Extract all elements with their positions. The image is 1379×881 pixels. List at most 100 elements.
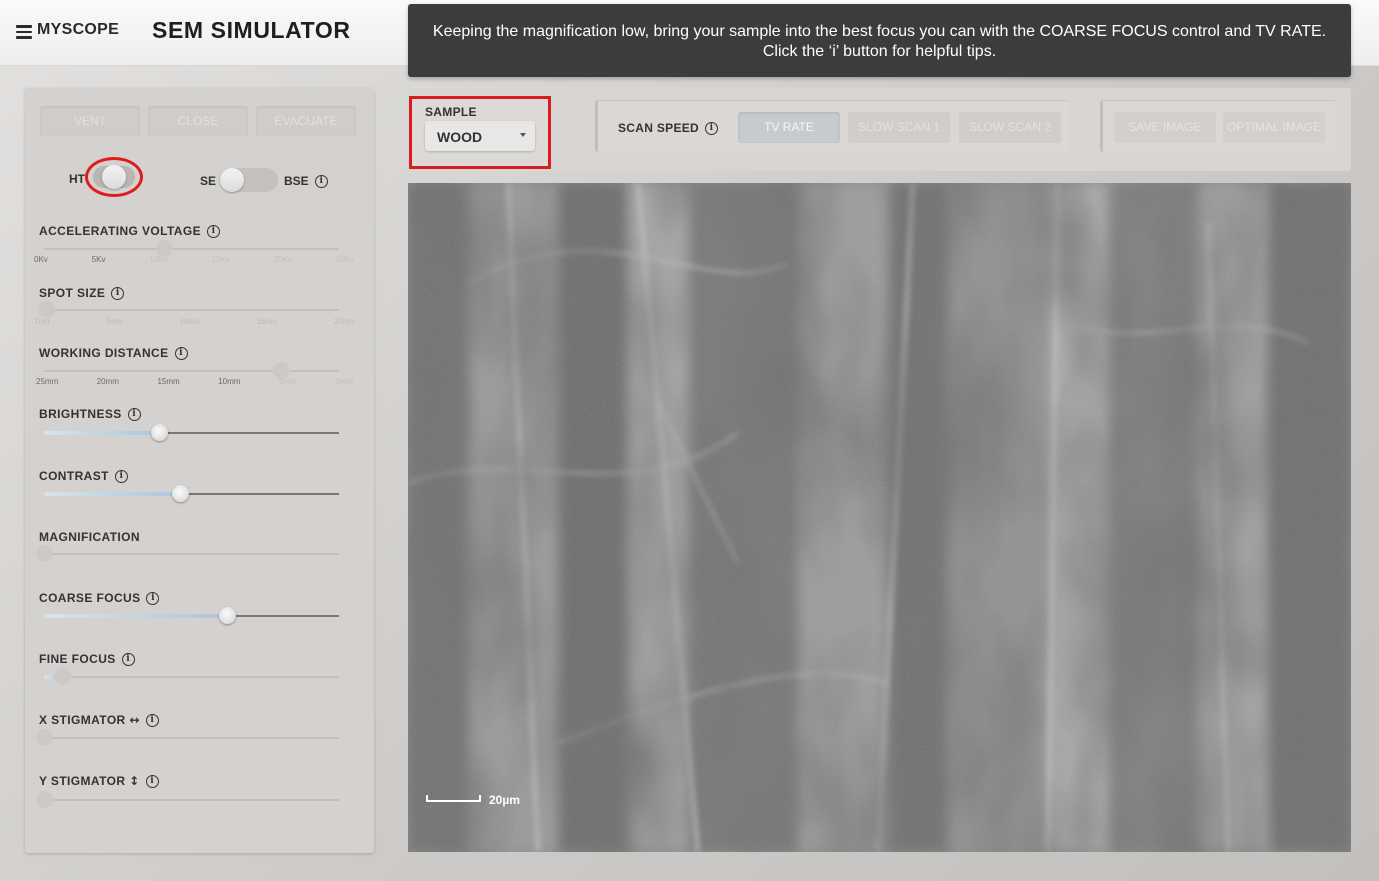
scale-bar — [426, 795, 481, 802]
working-distance-label: WORKING DISTANCE i — [39, 346, 188, 361]
sem-image-viewer[interactable]: 20µm — [408, 183, 1351, 852]
sem-wood-image — [408, 183, 1351, 852]
tick-label: 15nm — [256, 317, 277, 326]
info-icon[interactable]: i — [114, 470, 128, 484]
sample-dropdown[interactable]: WOOD — [425, 121, 535, 151]
fine-focus-slider[interactable] — [44, 668, 339, 685]
tick-label: 10Kv — [149, 255, 168, 264]
accelerating-voltage-label-text: ACCELERATING VOLTAGE — [39, 224, 201, 238]
x-stigmator-label: X STIGMATOR ↔ i — [39, 713, 159, 728]
y-stigmator-slider[interactable] — [36, 791, 339, 808]
y-stigmator-label-text: Y STIGMATOR — [39, 774, 126, 788]
slow-scan-2-button[interactable]: SLOW SCAN 2 — [959, 112, 1061, 143]
sample-selected-value: WOOD — [437, 129, 483, 145]
working-distance-label-text: WORKING DISTANCE — [39, 346, 169, 360]
magnification-label: MAGNIFICATION — [39, 530, 140, 544]
close-button[interactable]: CLOSE — [148, 106, 248, 136]
tick-label: 5nm — [106, 317, 123, 326]
tick-label: 20nm — [333, 317, 354, 326]
image-actions-panel: SAVE IMAGE OPTIMAL IMAGE — [1100, 100, 1336, 152]
info-icon[interactable]: i — [174, 347, 188, 361]
slow-scan-1-button[interactable]: SLOW SCAN 1 — [848, 112, 950, 143]
magnification-thumb[interactable] — [36, 545, 53, 562]
tick-label: 5mm — [278, 377, 297, 386]
se-label: SE — [200, 174, 217, 188]
info-icon[interactable]: i — [314, 175, 328, 189]
spot-size-slider[interactable] — [38, 301, 339, 318]
info-icon[interactable]: i — [127, 408, 141, 422]
info-icon[interactable]: i — [207, 225, 220, 239]
accelerating-voltage-slider[interactable] — [44, 240, 339, 257]
horizontal-arrow-icon: ↔ — [129, 713, 140, 727]
info-icon[interactable]: i — [145, 714, 159, 728]
control-panel: VENT CLOSE EVACUATE HT SE BSE i ACCELERAT… — [25, 88, 374, 853]
x-stigmator-label-text: X STIGMATOR — [39, 713, 126, 727]
tick-label: 0mm — [335, 377, 353, 386]
contrast-label-text: CONTRAST — [39, 469, 109, 483]
info-icon[interactable]: i — [145, 775, 159, 789]
evacuate-button[interactable]: EVACUATE — [256, 106, 356, 136]
save-image-button[interactable]: SAVE IMAGE — [1114, 112, 1216, 143]
hamburger-menu-icon[interactable] — [16, 25, 32, 39]
fine-focus-thumb[interactable] — [54, 668, 71, 685]
brightness-slider[interactable] — [44, 424, 339, 441]
tick-label: 20mm — [96, 377, 119, 386]
coarse-focus-label-text: COARSE FOCUS — [39, 591, 141, 605]
tick-label: 25mm — [36, 377, 59, 386]
tick-label: 10nm — [179, 317, 200, 326]
info-icon[interactable]: i — [705, 122, 719, 136]
x-stigmator-thumb[interactable] — [36, 729, 53, 746]
info-icon[interactable]: i — [111, 287, 125, 301]
bse-label: BSE i — [284, 174, 328, 189]
fine-focus-label: FINE FOCUS i — [39, 652, 135, 667]
fine-focus-label-text: FINE FOCUS — [39, 652, 116, 666]
info-icon[interactable]: i — [146, 592, 160, 606]
app-title: SEM SIMULATOR — [152, 17, 351, 43]
working-distance-slider[interactable] — [44, 362, 339, 379]
tick-label: 15Kv — [211, 255, 230, 264]
contrast-label: CONTRAST i — [39, 469, 128, 484]
tick-label: 0Kv — [34, 255, 48, 264]
tick-label: 30Kv — [335, 255, 354, 264]
scale-bar-label: 20µm — [489, 793, 520, 807]
spot-size-label: SPOT SIZE i — [39, 286, 125, 301]
sample-selector-highlight: SAMPLE WOOD — [409, 96, 551, 169]
accelerating-voltage-label: ACCELERATING VOLTAGE i — [39, 224, 220, 239]
brightness-label: BRIGHTNESS i — [39, 407, 141, 422]
detector-toggle[interactable] — [220, 168, 278, 192]
scan-speed-label-text: SCAN SPEED — [618, 121, 700, 135]
bse-label-text: BSE — [284, 174, 309, 188]
tick-label: 1nm — [34, 317, 50, 326]
spot-size-thumb[interactable] — [38, 301, 55, 318]
magnification-slider[interactable] — [36, 545, 339, 562]
coarse-focus-fill — [44, 614, 227, 618]
myscope-logo[interactable]: MYSCOPE — [37, 21, 119, 39]
spot-size-label-text: SPOT SIZE — [39, 286, 106, 300]
tick-label: 20Kv — [273, 255, 292, 264]
tick-label: 5Kv — [91, 255, 106, 264]
vent-button[interactable]: VENT — [40, 106, 140, 136]
tick-label: 15mm — [157, 377, 180, 386]
accelerating-voltage-ticks: 0Kv 5Kv 10Kv 15Kv 20Kv 30Kv — [34, 255, 354, 264]
tv-rate-button[interactable]: TV RATE — [738, 112, 840, 143]
info-icon[interactable]: i — [121, 653, 135, 667]
brightness-thumb[interactable] — [151, 424, 168, 441]
contrast-fill — [44, 492, 180, 496]
chamber-buttons: VENT CLOSE EVACUATE — [40, 106, 356, 136]
scan-speed-panel: SCAN SPEED i TV RATE SLOW SCAN 1 SLOW SCA… — [595, 100, 1069, 152]
working-distance-ticks: 25mm 20mm 15mm 10mm 5mm 0mm — [36, 377, 353, 386]
caret-down-icon — [520, 133, 526, 137]
x-stigmator-slider[interactable] — [36, 729, 339, 746]
contrast-slider[interactable] — [44, 485, 339, 502]
coarse-focus-thumb[interactable] — [219, 607, 236, 624]
contrast-thumb[interactable] — [172, 485, 189, 502]
y-stigmator-thumb[interactable] — [36, 791, 53, 808]
ht-label: HT — [69, 172, 85, 186]
coarse-focus-slider[interactable] — [44, 607, 339, 624]
detector-toggle-knob — [220, 168, 244, 192]
sample-label: SAMPLE — [425, 105, 477, 119]
y-stigmator-label: Y STIGMATOR ↕ i — [39, 774, 159, 789]
ht-highlight-ring — [85, 157, 143, 197]
scan-speed-label: SCAN SPEED i — [618, 121, 719, 136]
optimal-image-button[interactable]: OPTIMAL IMAGE — [1223, 112, 1325, 143]
